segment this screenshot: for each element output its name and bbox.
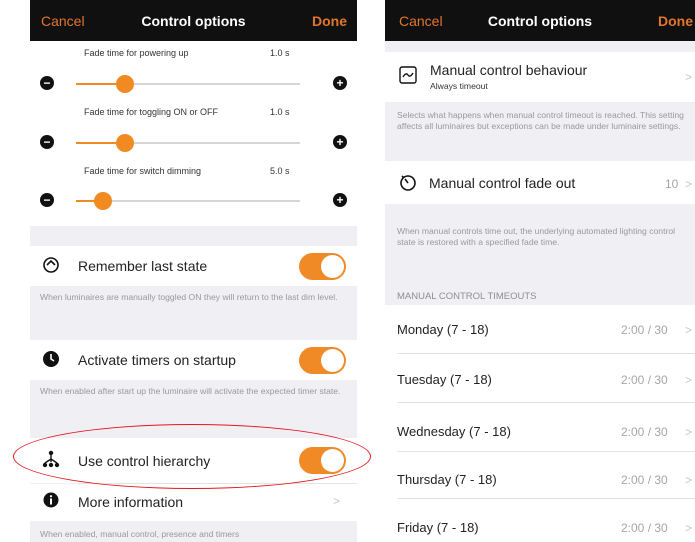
list-item-value: 2:00 / 30 (621, 425, 668, 439)
chevron-right-icon: > (685, 177, 693, 191)
manual-control-behaviour-description: Selects what happens when manual control… (397, 110, 684, 131)
control-hierarchy-label: Use control hierarchy (78, 453, 211, 469)
activate-timers-label: Activate timers on startup (78, 352, 236, 368)
fade-sliders-section (30, 41, 357, 226)
chevron-right-icon: > (685, 70, 693, 84)
right-navbar: Cancel Control options Done (385, 0, 695, 41)
more-information-label: More information (78, 494, 184, 510)
toggle-knob (321, 449, 344, 472)
chevron-right-icon: > (685, 521, 693, 535)
plus-button[interactable]: + (333, 76, 347, 90)
list-item-thursday[interactable]: Thursday (7 - 18) 2:00 / 30 > (385, 452, 695, 497)
chevron-right-icon: > (685, 425, 693, 439)
section-header: MANUAL CONTROL TIMEOUTS (397, 291, 537, 302)
list-item-tuesday[interactable]: Tuesday (7 - 18) 2:00 / 30 > (385, 354, 695, 401)
manual-control-fade-out-label: Manual control fade out (429, 175, 576, 191)
list-item-label: Tuesday (7 - 18) (397, 372, 492, 387)
remember-last-state-label: Remember last state (78, 258, 208, 274)
remember-last-state-toggle[interactable] (299, 253, 346, 280)
slider-label-toggling: Fade time for toggling ON or OFF (84, 107, 219, 117)
slider-value-toggling: 1.0 s (270, 107, 290, 117)
list-item-label: Monday (7 - 18) (397, 322, 489, 337)
timer-icon (399, 173, 417, 196)
page-title: Control options (487, 13, 593, 29)
right-screen: Cancel Control options Done Manual contr… (385, 0, 695, 542)
chevron-right-icon: > (685, 323, 693, 337)
slider-label-powering-up: Fade time for powering up (84, 48, 189, 58)
control-hierarchy-toggle[interactable] (299, 447, 346, 474)
list-item-value: 2:00 / 30 (621, 521, 668, 535)
chart-box-icon (399, 66, 417, 89)
list-item-wednesday[interactable]: Wednesday (7 - 18) 2:00 / 30 > (385, 403, 695, 450)
minus-button[interactable]: − (40, 135, 54, 149)
slider-switch-dimming[interactable] (76, 192, 300, 210)
info-icon (41, 492, 61, 512)
list-item-label: Wednesday (7 - 18) (397, 424, 511, 439)
left-screen: Cancel Control options Done Fade time fo… (30, 0, 357, 542)
slider-thumb[interactable] (93, 192, 112, 210)
minus-button[interactable]: − (40, 76, 54, 90)
left-navbar: Cancel Control options Done (30, 0, 357, 41)
refresh-icon (41, 256, 61, 276)
done-button[interactable]: Done (312, 13, 347, 29)
toggle-knob (321, 349, 344, 372)
list-item-value: 2:00 / 30 (621, 373, 668, 387)
manual-control-behaviour-value: Always timeout (430, 81, 488, 91)
manual-control-behaviour-label: Manual control behaviour (430, 62, 588, 78)
plus-button[interactable]: + (333, 135, 347, 149)
list-item-friday[interactable]: Friday (7 - 18) 2:00 / 30 > (385, 499, 695, 542)
minus-button[interactable]: − (40, 193, 54, 207)
list-item-label: Thursday (7 - 18) (397, 472, 497, 487)
slider-toggling[interactable] (76, 134, 300, 152)
chevron-right-icon: > (685, 373, 693, 387)
list-item-value: 2:00 / 30 (621, 323, 668, 337)
list-item-label: Friday (7 - 18) (397, 520, 479, 535)
chevron-right-icon: > (685, 473, 693, 487)
remember-last-state-description: When luminaires are manually toggled ON … (40, 292, 338, 302)
slider-value-switch-dimming: 5.0 s (270, 166, 290, 176)
hierarchy-icon (41, 450, 61, 470)
control-hierarchy-description: When enabled, manual control, presence a… (40, 529, 240, 539)
page-title: Control options (141, 13, 246, 29)
plus-button[interactable]: + (333, 193, 347, 207)
list-item-value: 2:00 / 30 (621, 473, 668, 487)
slider-label-switch-dimming: Fade time for switch dimming (84, 166, 202, 176)
slider-powering-up[interactable] (76, 75, 300, 93)
activate-timers-description: When enabled after start up the luminair… (40, 386, 341, 396)
toggle-knob (321, 255, 344, 278)
done-button[interactable]: Done (658, 13, 693, 29)
clock-icon (41, 350, 61, 370)
manual-control-fade-out-description: When manual controls time out, the under… (397, 226, 676, 247)
chevron-right-icon: > (333, 494, 341, 508)
list-item-monday[interactable]: Monday (7 - 18) 2:00 / 30 > (385, 305, 695, 352)
manual-control-fade-out-value: 10 (665, 177, 679, 191)
activate-timers-toggle[interactable] (299, 347, 346, 374)
slider-value-powering-up: 1.0 s (270, 48, 290, 58)
